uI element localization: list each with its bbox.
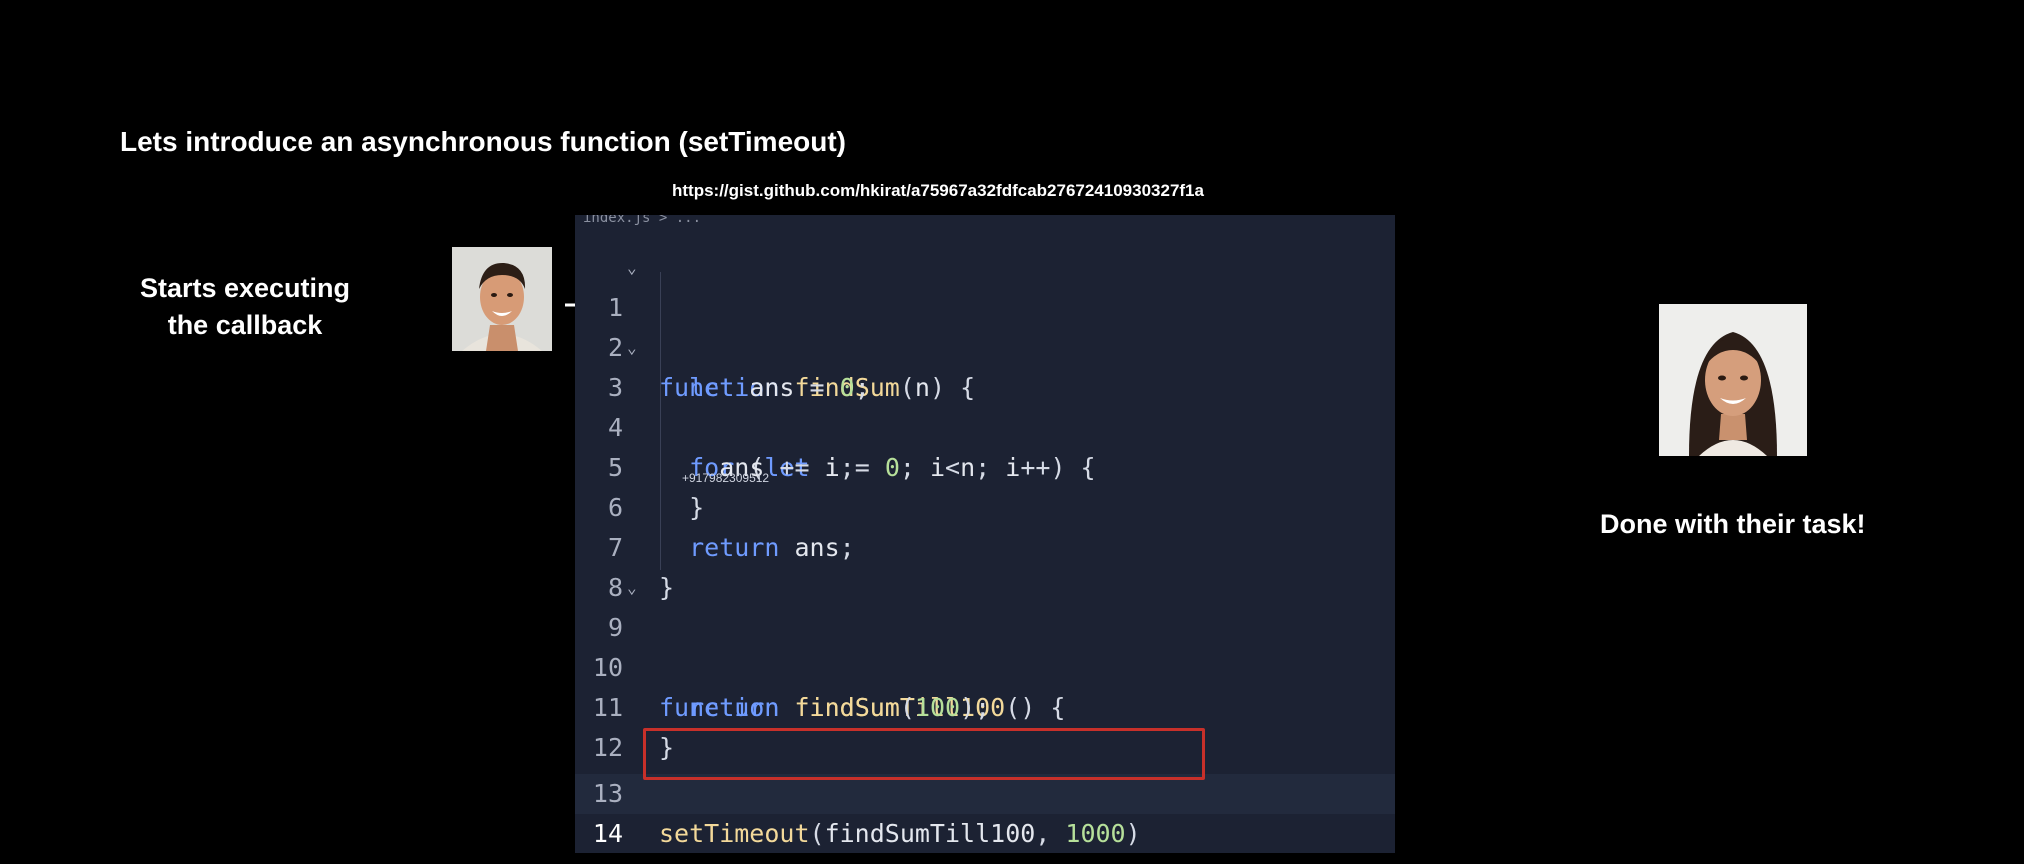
code-line-9: 9 ⌄ function findSumTill100() {: [575, 568, 1395, 722]
code-line-4: 4 ans += i;: [575, 368, 1395, 482]
left-caption-line1: Starts executing: [139, 273, 351, 303]
code-line-2: 2 let ans = 0;: [575, 288, 1395, 402]
code-line-14: 14 console.log("hello world");: [575, 774, 1395, 848]
watermark: +917982309512: [682, 471, 770, 485]
editor-breadcrumb: index.js > ...: [583, 215, 702, 226]
man-avatar: [452, 247, 552, 351]
code-editor: index.js > ... 1 ⌄ function findSum(n) {…: [575, 215, 1395, 853]
code-line-7: 7 }: [575, 488, 1395, 602]
woman-avatar: [1659, 304, 1807, 456]
code-line-10: 10 return findSum(100);: [575, 608, 1395, 722]
code-line-8: 8: [575, 528, 1395, 602]
highlight-box: [643, 728, 1205, 780]
fold-chevron-icon[interactable]: ⌄: [627, 328, 637, 368]
code-line-5: 5 }: [575, 408, 1395, 522]
code-line-11: 11 }: [575, 648, 1395, 762]
code-text: setTimeout(findSumTill100, 1000): [659, 819, 1141, 848]
code-line-1: 1 ⌄ function findSum(n) {: [575, 248, 1395, 402]
fold-chevron-icon[interactable]: ⌄: [627, 568, 637, 608]
right-caption: Done with their task!: [1600, 509, 1866, 539]
code-line-3: 3 ⌄ for (let i = 0; i<n; i++) {: [575, 328, 1395, 482]
left-caption-line2: the callback: [167, 310, 323, 340]
left-caption: Starts executing the callback: [120, 270, 370, 344]
line-number: 14: [592, 819, 623, 848]
slide-title: Lets introduce an asynchronous function …: [120, 126, 846, 157]
fold-chevron-icon[interactable]: ⌄: [627, 248, 637, 288]
code-line-12: 12: [575, 688, 1395, 762]
gist-url: https://gist.github.com/hkirat/a75967a32…: [672, 181, 1204, 200]
